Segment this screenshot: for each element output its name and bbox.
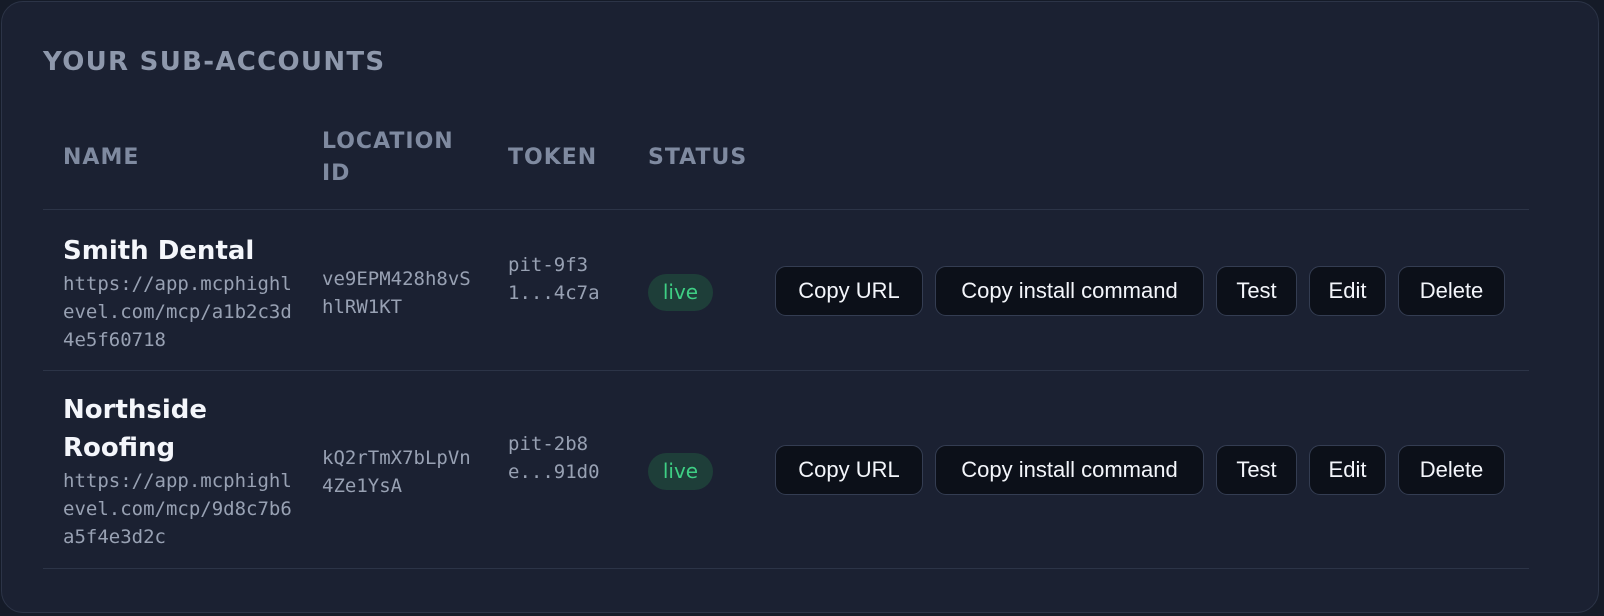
column-header-token: TOKEN xyxy=(508,145,598,170)
test-button[interactable]: Test xyxy=(1216,445,1297,495)
row-actions: Copy URL Copy install command Test Edit … xyxy=(775,445,1505,495)
table-row: Northside Roofing https://app.mcphighlev… xyxy=(43,371,1529,569)
account-mcp-url: https://app.mcphighlevel.com/mcp/a1b2c3d… xyxy=(63,273,292,351)
sub-accounts-panel: YOUR SUB-ACCOUNTS NAME LOCATION ID TOKEN… xyxy=(1,1,1599,613)
column-header-status: STATUS xyxy=(648,145,748,170)
location-id-cell: ve9EPM428h8vShlRW1KT xyxy=(322,268,471,318)
name-cell: Northside Roofing https://app.mcphighlev… xyxy=(63,391,293,551)
token-cell: pit-2b8e...91d0 xyxy=(508,433,600,483)
copy-install-command-button[interactable]: Copy install command xyxy=(935,445,1204,495)
column-header-location-id: LOCATION ID xyxy=(322,129,454,186)
sub-accounts-table: NAME LOCATION ID TOKEN STATUS Smith Dent… xyxy=(43,116,1529,569)
column-header-name: NAME xyxy=(63,145,140,170)
name-cell: Smith Dental https://app.mcphighlevel.co… xyxy=(63,232,293,354)
location-id-cell: kQ2rTmX7bLpVn4Ze1YsA xyxy=(322,447,471,497)
panel-title: YOUR SUB-ACCOUNTS xyxy=(43,47,386,77)
status-badge: live xyxy=(648,274,713,311)
edit-button[interactable]: Edit xyxy=(1309,445,1386,495)
account-name: Smith Dental xyxy=(63,236,255,266)
delete-button[interactable]: Delete xyxy=(1398,266,1505,316)
delete-button[interactable]: Delete xyxy=(1398,445,1505,495)
status-badge: live xyxy=(648,453,713,490)
copy-install-command-button[interactable]: Copy install command xyxy=(935,266,1204,316)
table-header: NAME LOCATION ID TOKEN STATUS xyxy=(43,116,1529,210)
copy-url-button[interactable]: Copy URL xyxy=(775,445,923,495)
edit-button[interactable]: Edit xyxy=(1309,266,1386,316)
row-actions: Copy URL Copy install command Test Edit … xyxy=(775,266,1505,316)
copy-url-button[interactable]: Copy URL xyxy=(775,266,923,316)
account-name: Northside Roofing xyxy=(63,395,208,463)
token-cell: pit-9f31...4c7a xyxy=(508,254,600,304)
account-mcp-url: https://app.mcphighlevel.com/mcp/9d8c7b6… xyxy=(63,470,292,548)
table-row: Smith Dental https://app.mcphighlevel.co… xyxy=(43,210,1529,371)
test-button[interactable]: Test xyxy=(1216,266,1297,316)
